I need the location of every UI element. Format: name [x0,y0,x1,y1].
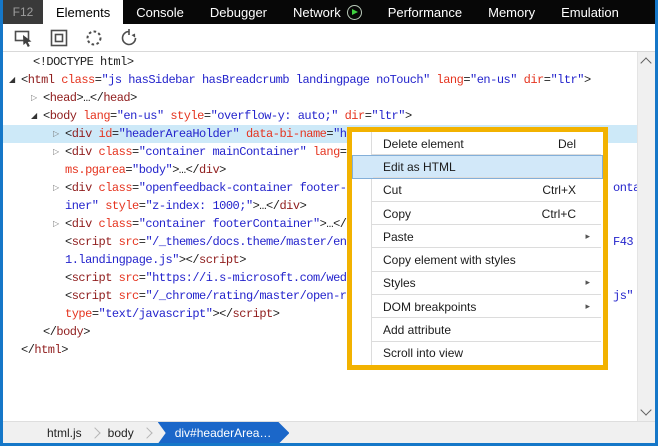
dom-node-markup: <!DOCTYPE html> [33,55,134,69]
context-menu: Delete element Del Edit as HTML Cut Ctrl+X Co… [352,132,603,365]
f12-devtools-window: F12 Elements Console Debugger Network Perfor… [0,0,658,446]
dom-tree-node[interactable]: ◢ <html class="js hasSidebar hasBreadcrum… [3,71,638,89]
expand-arrow-icon[interactable]: ▷ [53,125,59,143]
tab-network[interactable]: Network [280,0,375,24]
menu-item-label: Copy element with styles [383,253,516,268]
dom-node-markup: <script src="/_themes/docs.theme/master/… [65,235,347,249]
dom-tree-node[interactable]: ▷ <head>…</head> [3,89,638,107]
tab-label: Console [136,4,184,20]
menu-item-label: Paste [383,229,414,244]
menu-item-shortcut: Del [557,136,576,151]
menu-item-label: Styles [383,276,416,291]
menu-item-styles[interactable]: Styles ▸ [352,272,603,296]
tab-label: Emulation [561,4,619,20]
expand-arrow-icon[interactable]: ▷ [53,179,59,197]
dom-node-markup-fragment: F43 [613,235,634,249]
elements-toolbar [3,24,655,52]
refresh-timer-icon[interactable] [119,28,139,48]
context-menu-highlight-box: Delete element Del Edit as HTML Cut Ctrl+X Co… [347,127,608,370]
tab-performance[interactable]: Performance [375,0,475,24]
tab-memory[interactable]: Memory [475,0,548,24]
dom-node-markup: <div class="container footerContainer">…… [65,217,374,231]
menu-item-shortcut: Ctrl+C [541,206,576,221]
menu-item-label: Delete element [383,136,464,151]
menu-item-label: DOM breakpoints [383,299,477,314]
submenu-arrow-icon: ▸ [585,231,590,242]
menu-item-paste[interactable]: Paste ▸ [352,225,603,249]
dom-node-markup: ms.pgarea="body">…</div> [65,163,226,177]
tab-strip: Elements Console Debugger Network Performanc… [43,0,655,24]
f12-logo: F12 [3,0,43,24]
dom-node-markup: type="text/javascript"></script> [65,307,280,321]
vertical-scrollbar[interactable] [637,52,655,421]
dom-node-markup: </html> [21,343,68,357]
dom-node-markup: <body lang="en-us" style="overflow-y: au… [43,109,412,123]
tab-console[interactable]: Console [123,0,197,24]
collapse-arrow-icon[interactable]: ◢ [31,107,37,125]
dom-node-markup: <div id="headerAreaHolder" data-bi-name=… [65,127,354,141]
menu-item-dom-breakpoints[interactable]: DOM breakpoints ▸ [352,295,603,319]
breadcrumb-item-body[interactable]: body [104,426,138,440]
expand-arrow-icon[interactable]: ▷ [31,89,37,107]
select-element-icon[interactable] [14,28,34,48]
dashed-circle-icon[interactable] [84,28,104,48]
tab-label: Debugger [209,4,268,20]
tab-emulation[interactable]: Emulation [548,0,632,24]
menu-item-edit-as-html[interactable]: Edit as HTML [352,155,603,179]
breadcrumb: html.js body div#headerArea… [3,421,655,444]
collapse-arrow-icon[interactable]: ◢ [9,71,15,89]
dom-tree-node[interactable]: <!DOCTYPE html> [3,53,638,71]
expand-arrow-icon[interactable]: ▷ [53,215,59,233]
dom-node-markup: <head>…</head> [43,91,137,105]
menu-item-scroll-into-view[interactable]: Scroll into view [352,342,603,365]
breadcrumb-chevron-icon [141,427,153,439]
dom-node-markup-fragment: js" [613,289,634,303]
scroll-up-icon[interactable] [640,57,652,69]
menu-item-label: Add attribute [383,323,452,338]
dom-node-markup-fragment: onta [613,181,640,195]
tab-label: Memory [488,4,536,20]
scroll-down-icon[interactable] [640,404,652,416]
dom-node-markup: <script src="/_chrome/rating/master/open… [65,289,347,303]
dom-node-markup: iner" style="z-index: 1000;">…</div> [65,199,307,213]
menu-item-label: Scroll into view [383,346,464,361]
dom-node-markup: <html class="js hasSidebar hasBreadcrumb… [21,73,591,87]
dom-node-markup: </body> [43,325,90,339]
breadcrumb-chevron-icon [89,427,101,439]
dom-node-markup: 1.landingpage.js"></script> [65,253,246,267]
menu-item-copy[interactable]: Copy Ctrl+C [352,202,603,226]
dom-node-markup: <div class="container mainContainer" lan… [65,145,347,159]
dom-node-markup: <script src="https://i.s-microsoft.com/w… [65,271,347,285]
tab-label: Performance [387,4,463,20]
menu-item-add-attribute[interactable]: Add attribute [352,318,603,342]
menu-item-label: Edit as HTML [383,159,456,174]
menu-item-delete-element[interactable]: Delete element Del [352,132,603,156]
submenu-arrow-icon: ▸ [585,301,590,312]
menu-item-cut[interactable]: Cut Ctrl+X [352,179,603,203]
menu-item-copy-element-with-styles[interactable]: Copy element with styles [352,248,603,273]
tab-label: Elements [56,4,111,20]
dom-node-markup: <div class="openfeedback-container foote… [65,181,354,195]
element-highlighting-icon[interactable] [49,28,69,48]
breadcrumb-item-html-js[interactable]: html.js [43,426,86,440]
tab-elements[interactable]: Elements [43,0,124,24]
devtools-tab-bar: F12 Elements Console Debugger Network Perfor… [3,0,655,24]
network-play-icon [346,4,362,20]
submenu-arrow-icon: ▸ [585,278,590,289]
expand-arrow-icon[interactable]: ▷ [53,143,59,161]
menu-item-label: Copy [383,206,412,221]
tab-label: Network [293,4,341,20]
breadcrumb-item-div-headerarea-[interactable]: div#headerArea… [158,422,290,444]
tab-debugger[interactable]: Debugger [197,0,280,24]
menu-item-shortcut: Ctrl+X [542,183,576,198]
menu-item-label: Cut [383,183,402,198]
dom-tree-node[interactable]: ◢ <body lang="en-us" style="overflow-y: a… [3,107,638,125]
